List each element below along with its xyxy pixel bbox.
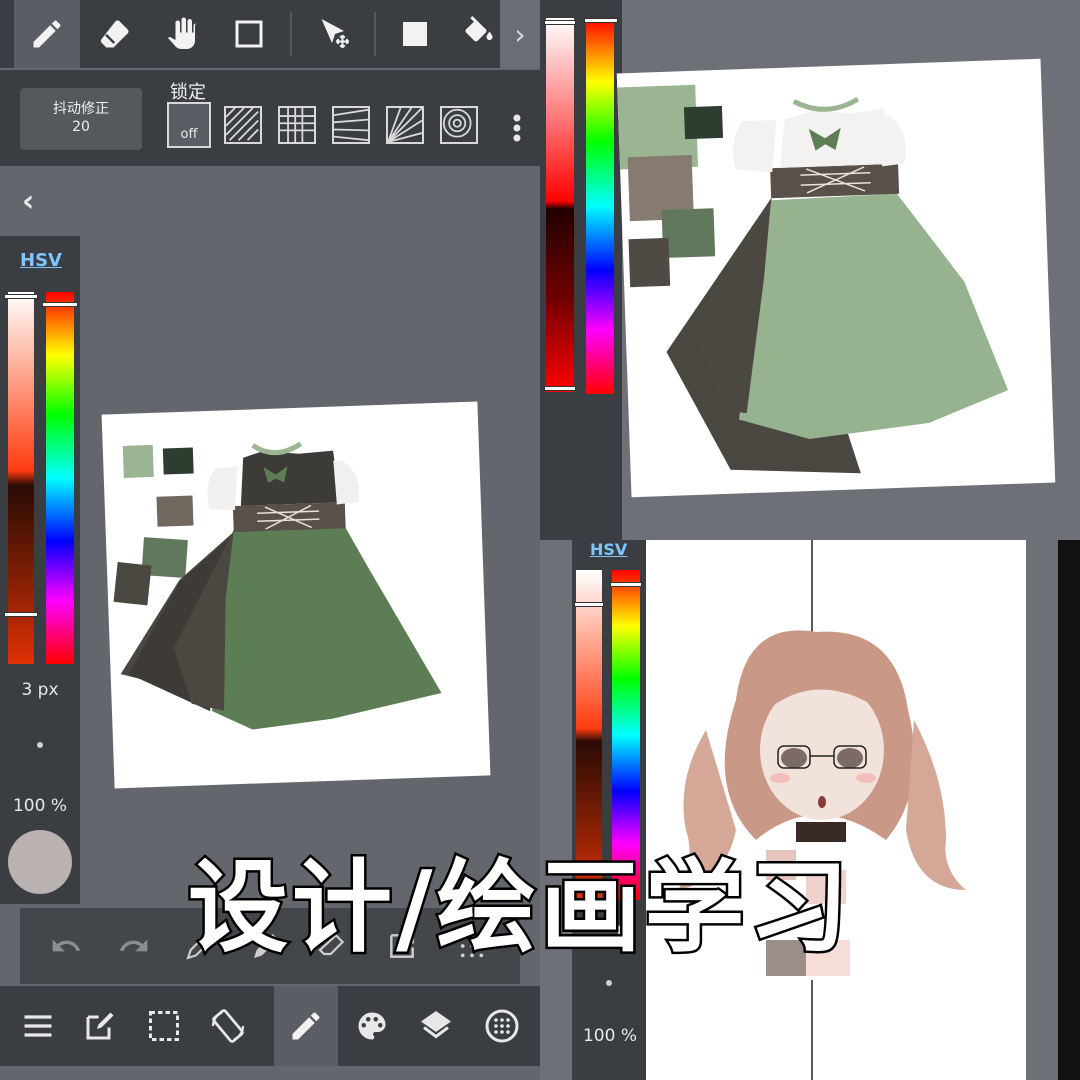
hsv-mode-link[interactable]: HSV	[20, 250, 62, 271]
square-outline-icon	[235, 20, 263, 48]
snap-parallel-button[interactable]	[224, 106, 262, 144]
hue-handle[interactable]	[584, 18, 618, 23]
menu-button[interactable]	[6, 986, 70, 1066]
stabilizer-value: 20	[72, 119, 90, 135]
collapse-back-button[interactable]: ‹	[22, 184, 34, 219]
screen-edge	[1058, 540, 1080, 1080]
swatch-dark	[113, 562, 152, 606]
rectangle-tool-button[interactable]	[216, 0, 282, 68]
hue-slider[interactable]	[46, 292, 74, 664]
hand-tool-button[interactable]	[150, 0, 216, 68]
canvas-artwork[interactable]	[101, 401, 491, 789]
snap-options: off	[167, 102, 478, 148]
brush-size-preview-dot	[37, 742, 43, 748]
dress-illustration	[617, 84, 1009, 474]
pencil-icon	[33, 20, 61, 48]
layers-button[interactable]	[404, 986, 468, 1066]
rotate-screen-icon	[211, 1009, 245, 1043]
undo-icon	[52, 939, 80, 952]
snap-off-label: off	[180, 127, 198, 142]
tool-options-bar: 抖动修正 20 锁定 off • • •	[0, 70, 540, 166]
eraser-icon	[100, 20, 129, 48]
brush-opacity-value[interactable]: 100 %	[572, 1026, 648, 1046]
top-toolbar: ›	[0, 0, 540, 68]
saturation-slider[interactable]	[8, 292, 34, 664]
swatch-taupe	[156, 495, 194, 527]
bottom-right-app-screen: HSV p 100 %	[540, 540, 1080, 1080]
character-illustration	[678, 540, 966, 1080]
saturation-slider[interactable]	[546, 18, 574, 392]
toolbar-divider	[374, 12, 376, 56]
swatch-dark	[628, 237, 671, 288]
chevron-right-icon: ›	[514, 17, 526, 51]
perspective-lines-icon	[333, 108, 369, 142]
dress-illustration	[113, 441, 442, 730]
undo-button[interactable]	[46, 926, 86, 966]
main-bottom-bar	[0, 986, 540, 1066]
material-button[interactable]	[470, 986, 534, 1066]
eraser-tool-button[interactable]	[82, 0, 148, 68]
brush-opacity-value[interactable]: 100 %	[0, 796, 80, 816]
grid-icon	[280, 108, 314, 142]
fill-shape-tool-button[interactable]	[382, 0, 448, 68]
swatch-sage	[122, 444, 154, 478]
paint-bucket-icon	[465, 16, 493, 42]
pencil-icon	[292, 1012, 320, 1040]
pen-tool-button[interactable]	[14, 0, 80, 68]
rotate-canvas-button[interactable]	[196, 986, 260, 1066]
value-handle[interactable]	[4, 612, 38, 617]
lock-label: 锁定	[170, 82, 206, 103]
filled-square-icon	[403, 22, 427, 46]
color-sidebar	[540, 0, 622, 540]
snap-grid-button[interactable]	[278, 106, 316, 144]
color-palette-button[interactable]	[340, 986, 404, 1066]
saturation-handle-top[interactable]	[544, 20, 576, 25]
move-cursor-icon	[321, 19, 350, 49]
overlay-title: 设计/绘画学习	[186, 847, 853, 969]
edit-canvas-button[interactable]	[68, 986, 132, 1066]
toolbar-divider	[290, 12, 292, 56]
palette-icon	[358, 1012, 386, 1040]
radial-lines-icon	[387, 107, 423, 143]
color-sidebar: HSV p 100 %	[572, 540, 648, 1080]
current-color-swatch[interactable]	[8, 830, 72, 894]
swatch-forest	[683, 105, 724, 140]
saturation-handle-top[interactable]	[4, 294, 38, 299]
stabilizer-label: 抖动修正	[53, 101, 109, 117]
concentric-circles-icon	[442, 108, 472, 138]
hsv-mode-link[interactable]: HSV	[590, 540, 627, 559]
brush-size-preview-dot	[606, 980, 612, 986]
more-options-icon[interactable]: • • •	[510, 107, 524, 151]
snap-perspective-button[interactable]	[332, 106, 370, 144]
color-sidebar: HSV 3 px 100 %	[0, 236, 80, 904]
hue-handle[interactable]	[42, 302, 78, 307]
pen-mode-button[interactable]	[274, 986, 338, 1066]
parallel-lines-icon	[225, 107, 259, 141]
snap-radial-button[interactable]	[386, 106, 424, 144]
canvas-artwork[interactable]	[616, 58, 1056, 498]
move-tool-button[interactable]	[302, 0, 368, 68]
selection-button[interactable]	[132, 986, 196, 1066]
swatch-forest	[162, 447, 194, 475]
layers-icon	[421, 1011, 451, 1039]
toolbar-more-button[interactable]: ›	[500, 0, 540, 68]
value-handle[interactable]	[544, 386, 576, 391]
canvas-artwork[interactable]	[646, 540, 1026, 1080]
brush-size-value[interactable]: 3 px	[0, 680, 80, 700]
hue-handle[interactable]	[610, 582, 642, 587]
edit-square-icon	[86, 1012, 114, 1040]
saturation-handle-top[interactable]	[574, 602, 604, 607]
dashed-selection-icon	[149, 1011, 179, 1041]
chevron-left-icon: ‹	[22, 184, 35, 219]
hand-icon	[168, 17, 196, 49]
swatch-green	[661, 208, 716, 259]
redo-button[interactable]	[114, 926, 154, 966]
snap-off-button[interactable]: off	[167, 102, 211, 148]
redo-icon	[120, 939, 148, 952]
snap-circle-button[interactable]	[440, 106, 478, 144]
dotted-circle-icon	[485, 1009, 519, 1043]
hue-slider[interactable]	[586, 18, 614, 394]
hamburger-menu-icon	[24, 1015, 52, 1037]
stabilizer-button[interactable]: 抖动修正 20	[20, 88, 142, 150]
